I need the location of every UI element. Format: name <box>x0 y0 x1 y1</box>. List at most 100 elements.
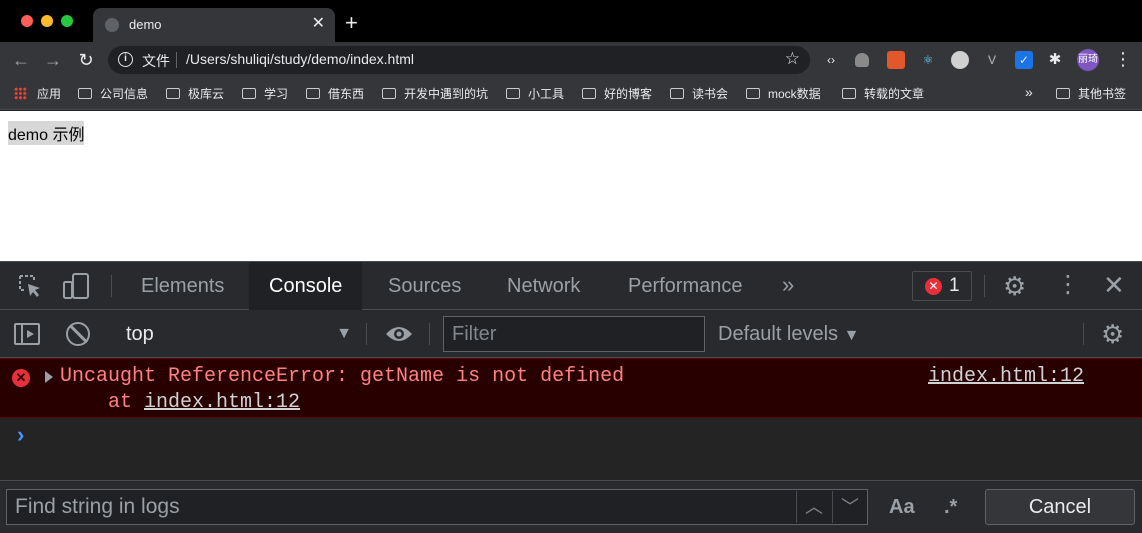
error-icon: ✕ <box>12 369 30 387</box>
close-window-button[interactable] <box>21 15 33 27</box>
filter-divider <box>429 323 430 345</box>
tab-elements[interactable]: Elements <box>141 262 224 310</box>
console-error-message[interactable]: ✕ Uncaught ReferenceError: getName is no… <box>0 358 1142 418</box>
minimize-window-button[interactable] <box>41 15 53 27</box>
forward-arrow-icon[interactable]: → <box>42 49 64 71</box>
extension-icon[interactable] <box>951 51 969 69</box>
find-previous-icon[interactable]: ︿ <box>799 493 829 521</box>
source-link[interactable]: index.html:12 <box>928 365 1084 388</box>
bookmark-folder[interactable]: 开发中遇到的坑 <box>382 85 488 103</box>
cancel-button[interactable]: Cancel <box>985 489 1135 525</box>
folder-icon <box>242 88 256 99</box>
filter-divider <box>366 323 367 345</box>
window-titlebar: demo ✕ + <box>0 0 1142 42</box>
find-bar: ︿ ﹀ Aa .* Cancel <box>0 480 1142 533</box>
close-devtools-icon[interactable]: ✕ <box>1103 272 1125 298</box>
folder-icon <box>78 88 92 99</box>
console-prompt-icon[interactable]: › <box>14 424 27 449</box>
context-value: top <box>126 323 154 345</box>
tabbar-divider <box>984 275 985 297</box>
browser-menu-icon[interactable]: ⋮ <box>1114 48 1132 70</box>
bookmark-star-icon[interactable]: ☆ <box>785 49 800 69</box>
tab-network[interactable]: Network <box>507 262 580 310</box>
tabbar-divider <box>111 275 112 297</box>
find-next-icon[interactable]: ﹀ <box>835 493 865 521</box>
tab-title: demo <box>129 17 162 32</box>
bookmarks-bar: 应用 公司信息 极库云 学习 借东西 开发中遇到的坑 小工具 好的博客 读书会 … <box>0 78 1142 110</box>
info-icon[interactable]: i <box>118 52 133 67</box>
bookmark-folder[interactable]: mock数据 <box>746 85 821 103</box>
globe-icon <box>105 18 119 32</box>
bookmark-folder[interactable]: 极库云 <box>166 85 224 103</box>
bookmark-folder[interactable]: 公司信息 <box>78 85 148 103</box>
folder-icon <box>306 88 320 99</box>
find-input[interactable] <box>6 489 868 525</box>
reload-icon[interactable]: ↻ <box>75 49 97 71</box>
inspect-element-icon[interactable] <box>17 273 43 299</box>
url-text[interactable]: /Users/shuliqi/study/demo/index.html <box>186 51 414 67</box>
bookmark-folder[interactable]: 好的博客 <box>582 85 652 103</box>
page-text: demo 示例 <box>8 121 85 145</box>
regex-button[interactable]: .* <box>944 493 957 521</box>
log-levels-dropdown[interactable]: Default levels ▼ <box>718 320 859 350</box>
browser-toolbar: ← → ↻ i 文件 /Users/shuliqi/study/demo/ind… <box>0 42 1142 78</box>
console-settings-gear-icon[interactable]: ⚙ <box>1101 321 1124 347</box>
bookmark-folder[interactable]: 借东西 <box>306 85 364 103</box>
file-scheme-label: 文件 <box>142 53 170 69</box>
react-icon[interactable]: ⚛ <box>919 51 937 69</box>
new-tab-button[interactable]: + <box>345 12 358 34</box>
stack-link[interactable]: index.html:12 <box>144 391 300 414</box>
apps-grid-icon <box>14 87 27 100</box>
puzzle-icon[interactable]: ✱ <box>1046 51 1064 69</box>
tab-performance[interactable]: Performance <box>628 262 743 310</box>
show-sidebar-icon[interactable] <box>14 323 40 345</box>
vue-icon[interactable]: V <box>983 51 1001 69</box>
filter-input[interactable] <box>443 316 705 352</box>
error-icon: ✕ <box>925 278 942 295</box>
bookmark-folder[interactable]: 学习 <box>242 85 288 103</box>
folder-icon <box>582 88 596 99</box>
find-divider <box>796 491 797 523</box>
caret-down-icon: ▼ <box>336 325 352 342</box>
match-case-button[interactable]: Aa <box>889 493 915 521</box>
bookmark-other-folder[interactable]: 其他书签 <box>1056 85 1126 103</box>
eye-icon[interactable] <box>385 324 413 344</box>
folder-icon <box>746 88 760 99</box>
avatar[interactable]: 丽琦 <box>1077 49 1099 71</box>
more-bookmarks-icon[interactable]: » <box>1025 84 1033 100</box>
folder-icon <box>670 88 684 99</box>
browser-tab[interactable]: demo ✕ <box>93 8 335 42</box>
gitlab-icon[interactable] <box>887 51 905 69</box>
extension-icon[interactable] <box>855 53 869 67</box>
more-tabs-icon[interactable]: » <box>782 272 794 298</box>
find-divider <box>832 491 833 523</box>
error-count-badge[interactable]: ✕ 1 <box>912 271 972 301</box>
folder-icon <box>382 88 396 99</box>
console-filter-bar: top ▼ Default levels ▼ ⚙ <box>0 310 1142 358</box>
bookmark-apps[interactable]: 应用 <box>14 85 61 103</box>
maximize-window-button[interactable] <box>61 15 73 27</box>
bookmark-folder[interactable]: 读书会 <box>670 85 728 103</box>
folder-icon <box>506 88 520 99</box>
code-extension-icon[interactable]: ‹› <box>822 51 840 69</box>
context-selector[interactable]: top ▼ <box>126 320 352 348</box>
bookmark-folder[interactable]: 小工具 <box>506 85 564 103</box>
folder-icon <box>1056 88 1070 99</box>
folder-icon <box>842 88 856 99</box>
customize-menu-icon[interactable]: ⋮ <box>1056 272 1080 298</box>
back-arrow-icon[interactable]: ← <box>10 49 32 71</box>
close-tab-icon[interactable]: ✕ <box>312 14 325 34</box>
expand-triangle-icon[interactable] <box>45 371 53 383</box>
address-bar[interactable]: i 文件 /Users/shuliqi/study/demo/index.htm… <box>108 46 810 74</box>
device-toolbar-icon[interactable] <box>62 272 90 300</box>
extension-icon[interactable]: ✓ <box>1015 51 1033 69</box>
tab-console[interactable]: Console <box>249 262 363 310</box>
devtools-panel: Elements Console Sources Network Perform… <box>0 261 1142 533</box>
clear-console-icon[interactable] <box>66 322 90 346</box>
console-output: ✕ Uncaught ReferenceError: getName is no… <box>0 358 1142 480</box>
error-count: 1 <box>949 275 960 296</box>
folder-icon <box>166 88 180 99</box>
settings-gear-icon[interactable]: ⚙ <box>1003 273 1026 299</box>
bookmark-folder[interactable]: 转载的文章 <box>842 85 924 103</box>
tab-sources[interactable]: Sources <box>388 262 461 310</box>
